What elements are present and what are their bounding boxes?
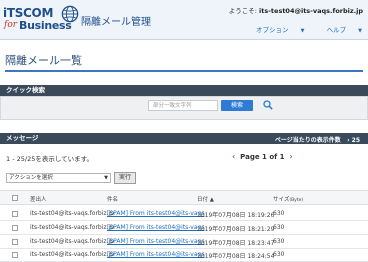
column-header-size[interactable]: サイズ(Byte) xyxy=(273,195,303,203)
row-size: 630 xyxy=(273,238,285,245)
row-checkbox[interactable] xyxy=(12,225,18,231)
row-date: 2019年07月08日 18:23:47 xyxy=(197,240,275,247)
table-header: 差出人 件名 日付 ▲ サイズ(Byte) xyxy=(0,190,368,205)
page-size-control[interactable]: ページ当たりの表示件数 › 25 xyxy=(275,135,360,144)
help-menu-label: ヘルプ xyxy=(326,26,347,34)
title-divider xyxy=(5,70,363,72)
next-page-icon[interactable]: › xyxy=(289,152,292,161)
search-input[interactable]: 部分一致文字列 xyxy=(148,100,218,111)
pager: ‹ Page 1 of 1 › xyxy=(232,152,293,161)
row-subject-link[interactable]: [SPAM] From its-test04@its-vaqs xyxy=(107,238,204,245)
chevron-down-icon: ▼ xyxy=(358,28,362,34)
column-header-date[interactable]: 日付 ▲ xyxy=(197,195,214,203)
row-date: 2019年07月08日 18:19:26 xyxy=(197,212,275,219)
table-row[interactable]: its-test04@its-vaqs.forbiz.jp [SPAM] Fro… xyxy=(0,207,368,221)
logo-text-for: for xyxy=(4,20,18,30)
pager-text: Page 1 of 1 xyxy=(240,153,285,161)
row-sender: its-test04@its-vaqs.forbiz.jp xyxy=(30,238,114,245)
row-checkbox[interactable] xyxy=(12,211,18,217)
page-size-label: ページ当たりの表示件数 xyxy=(274,137,341,144)
row-checkbox[interactable] xyxy=(12,239,18,245)
prev-page-icon[interactable]: ‹ xyxy=(232,152,235,161)
welcome-text: ようこそ: its-test04@its-vaqs.forbiz.jp xyxy=(229,5,363,15)
globe-icon xyxy=(61,5,79,23)
page-title: 隔離メール一覧 xyxy=(5,54,82,67)
page-size-chevron-icon: › xyxy=(347,137,350,144)
sort-up-icon: ▲ xyxy=(209,197,214,203)
column-header-size-unit: (Byte) xyxy=(289,198,304,203)
column-header-subject[interactable]: 件名 xyxy=(107,195,118,203)
select-all-checkbox[interactable] xyxy=(12,195,18,201)
column-header-size-label: サイズ xyxy=(273,197,290,203)
logo-text-itscom: iTSCOM xyxy=(3,6,54,20)
table-row[interactable]: its-test04@its-vaqs.forbiz.jp [SPAM] Fro… xyxy=(0,235,368,249)
row-sender: its-test04@its-vaqs.forbiz.jp xyxy=(30,224,114,231)
action-select[interactable]: アクションを選択 ▼ xyxy=(6,173,111,183)
row-checkbox[interactable] xyxy=(12,252,18,258)
column-header-date-label: 日付 xyxy=(197,197,209,203)
row-sender: its-test04@its-vaqs.forbiz.jp xyxy=(30,210,114,217)
page-size-value: 25 xyxy=(351,137,360,144)
table-row[interactable]: its-test04@its-vaqs.forbiz.jp [SPAM] Fro… xyxy=(0,248,368,262)
row-sender: its-test04@its-vaqs.forbiz.jp xyxy=(30,251,114,258)
itscom-logo[interactable]: iTSCOM for Business xyxy=(3,4,79,36)
options-menu-label: オプション xyxy=(256,26,289,34)
dropdown-arrow-icon: ▼ xyxy=(104,175,108,181)
help-menu[interactable]: ヘルプ ▼ xyxy=(317,26,362,34)
action-select-value: アクションを選択 xyxy=(9,175,53,181)
row-date: 2019年07月08日 18:24:54 xyxy=(197,253,275,260)
quick-search-header: クイック検索 xyxy=(0,85,368,96)
row-date: 2019年07月08日 18:21:29 xyxy=(197,226,275,233)
advanced-search-icon[interactable] xyxy=(262,99,274,111)
run-button[interactable]: 実行 xyxy=(114,172,136,184)
table-row[interactable]: its-test04@its-vaqs.forbiz.jp [SPAM] Fro… xyxy=(0,221,368,235)
quick-search-heading: クイック検索 xyxy=(6,86,45,94)
welcome-prefix: ようこそ: xyxy=(228,7,260,15)
header-menu: オプション ▼ ヘルプ ▼ xyxy=(236,24,362,34)
app-header: iTSCOM for Business 隔離メール管理 ようこそ: its-te… xyxy=(0,0,368,40)
welcome-user: its-test04@its-vaqs.forbiz.jp xyxy=(259,7,363,15)
app-title: 隔離メール管理 xyxy=(81,17,151,28)
search-button[interactable]: 検索 xyxy=(221,100,253,111)
row-size: 630 xyxy=(273,224,285,231)
row-subject-link[interactable]: [SPAM] From its-test04@its-vaqs xyxy=(107,251,204,258)
column-header-sender[interactable]: 差出人 xyxy=(30,195,47,203)
options-menu[interactable]: オプション ▼ xyxy=(246,26,304,34)
chevron-down-icon: ▼ xyxy=(300,28,305,34)
row-size: 630 xyxy=(273,210,285,217)
messages-heading: メッセージ xyxy=(6,134,39,142)
result-count: 1 - 25/25を表示しています。 xyxy=(6,155,94,163)
row-subject-link[interactable]: [SPAM] From its-test04@its-vaqs xyxy=(107,224,204,231)
row-size: 630 xyxy=(273,251,285,258)
row-subject-link[interactable]: [SPAM] From its-test04@its-vaqs xyxy=(107,210,204,217)
